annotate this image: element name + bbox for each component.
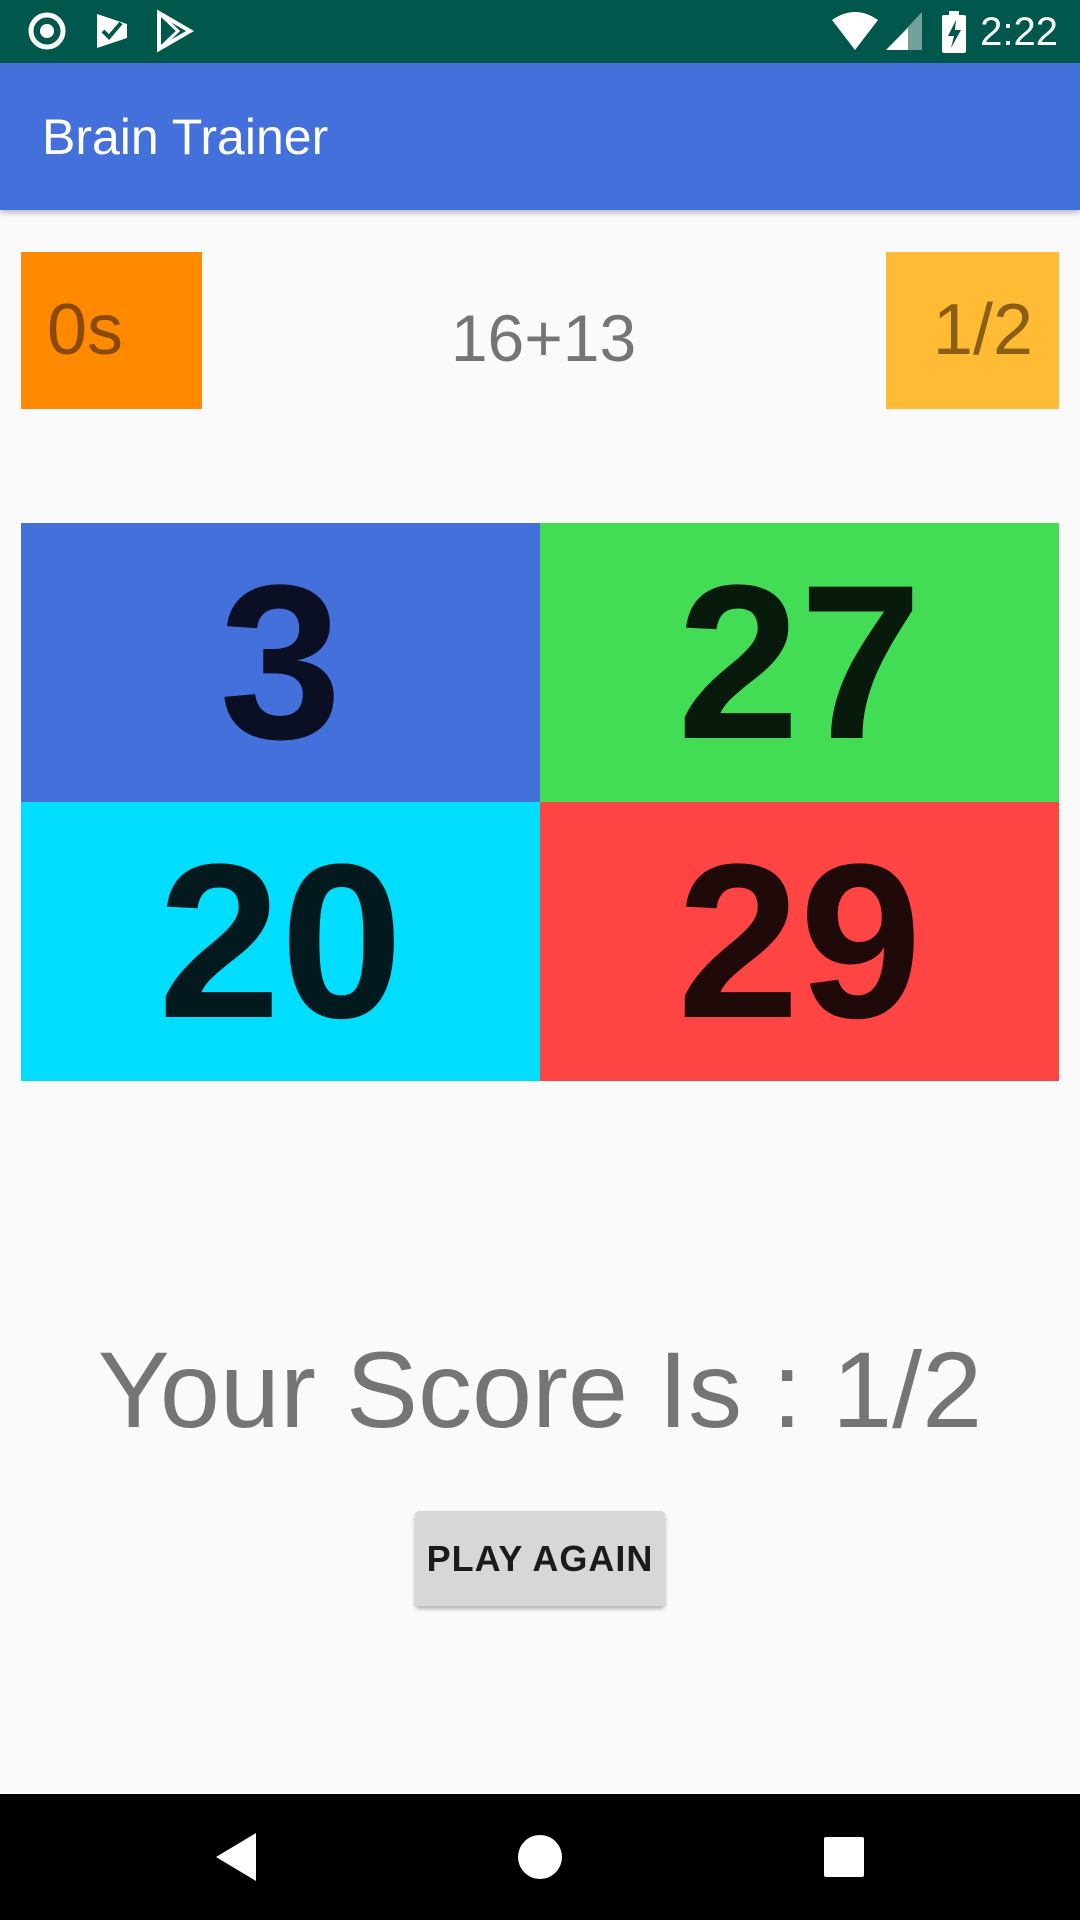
answer-button-4[interactable]: 29 <box>540 802 1059 1081</box>
recents-icon[interactable] <box>808 1821 880 1893</box>
play-again-button[interactable]: PLAY AGAIN <box>415 1511 665 1606</box>
status-time: 2:22 <box>980 10 1058 54</box>
back-icon[interactable] <box>200 1821 272 1893</box>
answer-button-3[interactable]: 20 <box>21 802 540 1081</box>
answer-button-1[interactable]: 3 <box>21 523 540 802</box>
task-check-icon <box>92 8 132 59</box>
status-bar: 2:22 <box>0 0 1080 63</box>
home-icon[interactable] <box>504 1821 576 1893</box>
question-text: 16+13 <box>450 301 637 375</box>
navigation-bar <box>0 1794 1080 1920</box>
wifi-icon <box>830 10 880 59</box>
record-icon <box>28 8 68 59</box>
answer-button-2[interactable]: 27 <box>540 523 1059 802</box>
app-title: Brain Trainer <box>42 109 329 165</box>
battery-charging-icon <box>940 10 968 59</box>
score-display: 1/2 <box>886 252 1059 409</box>
play-store-icon <box>154 8 194 59</box>
result-text: Your Score Is : 1/2 <box>97 1329 983 1450</box>
timer-display: 0s <box>21 252 202 409</box>
app-bar: Brain Trainer <box>0 63 1080 210</box>
cell-signal-icon <box>884 10 924 59</box>
